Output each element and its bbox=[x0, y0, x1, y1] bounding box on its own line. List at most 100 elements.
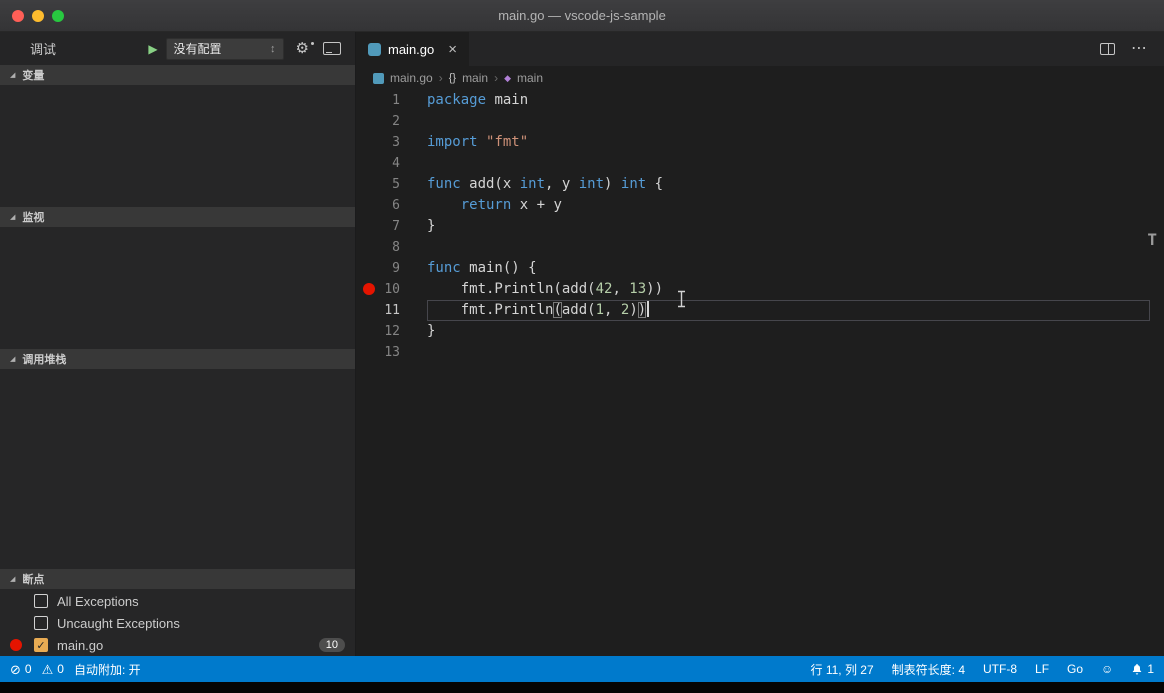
encoding-status[interactable]: UTF-8 bbox=[983, 662, 1017, 676]
breakpoint-row[interactable]: Uncaught Exceptions bbox=[0, 612, 355, 634]
line-number: 12 bbox=[384, 324, 400, 339]
problems-warnings[interactable]: ⚠ 0 bbox=[42, 662, 64, 676]
gutter[interactable]: 4 bbox=[356, 153, 427, 174]
cursor-position-status[interactable]: 行 11, 列 27 bbox=[811, 661, 874, 678]
breadcrumb-item-file[interactable]: main.go bbox=[390, 71, 433, 85]
language-mode-status[interactable]: Go bbox=[1067, 662, 1083, 676]
code-token: add( bbox=[561, 302, 596, 318]
gutter[interactable]: 3 bbox=[356, 132, 427, 153]
code-line-10[interactable]: 10 fmt.Println(add(42, 13)) bbox=[356, 279, 1164, 300]
code-line-1[interactable]: 1 package main bbox=[356, 90, 1164, 111]
gutter[interactable]: 9 bbox=[356, 258, 427, 279]
close-window-button[interactable] bbox=[12, 9, 24, 22]
notifications-bell[interactable]: 1 bbox=[1131, 662, 1154, 676]
section-header-variables[interactable]: ◢ 变量 bbox=[0, 65, 355, 85]
gutter[interactable]: 6 bbox=[356, 195, 427, 216]
breadcrumb-item-package[interactable]: main bbox=[462, 71, 488, 85]
gutter[interactable]: 11 bbox=[356, 300, 427, 321]
editor-caret bbox=[647, 301, 650, 317]
code-line-6[interactable]: 6 return x + y bbox=[356, 195, 1164, 216]
minimap-glyph: T bbox=[1147, 230, 1157, 249]
code-line-13[interactable]: 13 bbox=[356, 342, 1164, 363]
code-line-8[interactable]: 8 bbox=[356, 237, 1164, 258]
section-header-callstack[interactable]: ◢ 调用堆栈 bbox=[0, 349, 355, 369]
more-actions-icon[interactable]: ⋯ bbox=[1131, 41, 1148, 57]
minimize-window-button[interactable] bbox=[32, 9, 44, 22]
line-number: 2 bbox=[392, 114, 400, 129]
gutter[interactable]: 5 bbox=[356, 174, 427, 195]
code-token: int bbox=[620, 176, 647, 192]
section-header-breakpoints[interactable]: ◢ 断点 bbox=[0, 569, 355, 589]
breakpoint-checkbox[interactable] bbox=[34, 616, 48, 630]
code-token: fmt.Println bbox=[427, 302, 554, 318]
problems-errors[interactable]: ⊘ 0 bbox=[10, 662, 32, 676]
code-token: 42 bbox=[595, 281, 613, 297]
collapse-arrow-icon: ◢ bbox=[10, 214, 16, 221]
breakpoint-checkbox[interactable]: ✓ bbox=[34, 638, 48, 652]
code-line-2[interactable]: 2 bbox=[356, 111, 1164, 132]
gutter[interactable]: 13 bbox=[356, 342, 427, 363]
code-line-12[interactable]: 12} bbox=[356, 321, 1164, 342]
section-header-watch[interactable]: ◢ 监视 bbox=[0, 207, 355, 227]
gutter[interactable]: 10 bbox=[356, 279, 427, 300]
code-token: ) bbox=[604, 176, 621, 192]
code-line-3[interactable]: 3 import "fmt" bbox=[356, 132, 1164, 153]
gutter[interactable]: 7 bbox=[356, 216, 427, 237]
code-token: fmt.Println(add( bbox=[427, 281, 596, 297]
code-editor[interactable]: 1 package main 2 3 import "fmt" 4 5 func add(x … bbox=[356, 90, 1164, 656]
tab-size-status[interactable]: 制表符长度: 4 bbox=[892, 661, 965, 678]
gutter[interactable]: 8 bbox=[356, 237, 427, 258]
breadcrumb-separator-icon: › bbox=[494, 71, 499, 85]
warnings-icon: ⚠ bbox=[41, 661, 54, 677]
tab-close-icon[interactable]: × bbox=[448, 41, 457, 58]
status-bar: ⊘ 0 ⚠ 0 自动附加: 开 行 11, 列 27 制表符长度: 4 UTF-… bbox=[0, 656, 1164, 682]
watch-panel[interactable] bbox=[0, 227, 355, 349]
breakpoint-label: Uncaught Exceptions bbox=[57, 615, 180, 631]
collapse-arrow-icon: ◢ bbox=[10, 72, 16, 79]
code-line-4[interactable]: 4 bbox=[356, 153, 1164, 174]
debug-console-icon[interactable] bbox=[323, 42, 341, 55]
code-line-7[interactable]: 7} bbox=[356, 216, 1164, 237]
notifications-count: 1 bbox=[1147, 662, 1154, 676]
code-token: func bbox=[427, 260, 461, 276]
gutter[interactable]: 1 bbox=[356, 90, 427, 111]
code-token: import bbox=[427, 134, 478, 150]
line-number: 6 bbox=[392, 198, 400, 213]
callstack-panel[interactable] bbox=[0, 369, 355, 569]
debug-config-dropdown[interactable]: 没有配置 ↕ bbox=[165, 37, 284, 60]
zoom-window-button[interactable] bbox=[52, 9, 64, 22]
code-line-5[interactable]: 5 func add(x int, y int) int { bbox=[356, 174, 1164, 195]
breakpoint-dot[interactable] bbox=[363, 283, 375, 295]
code-token: main bbox=[486, 92, 529, 108]
code-token: "fmt" bbox=[486, 134, 529, 150]
breakpoint-checkbox[interactable] bbox=[34, 594, 48, 608]
gutter[interactable]: 2 bbox=[356, 111, 427, 132]
breadcrumb-item-symbol[interactable]: main bbox=[517, 71, 543, 85]
code-line-11[interactable]: 11 fmt.Println(add(1, 2)) bbox=[356, 300, 1164, 321]
tab-main-go[interactable]: main.go × bbox=[356, 32, 470, 66]
code-line-9[interactable]: 9 func main() { bbox=[356, 258, 1164, 279]
start-debugging-icon[interactable]: ▶ bbox=[148, 42, 157, 56]
status-right: 行 11, 列 27 制表符长度: 4 UTF-8 LF Go ☺ 1 bbox=[811, 661, 1154, 678]
titlebar[interactable]: main.go — vscode-js-sample bbox=[0, 0, 1164, 32]
code-token: int bbox=[519, 176, 546, 192]
code-token: , bbox=[604, 302, 621, 318]
variables-panel[interactable] bbox=[0, 85, 355, 207]
debug-config-value: 没有配置 bbox=[173, 42, 222, 56]
configure-gear-icon[interactable]: ⚙ bbox=[296, 41, 314, 56]
line-number: 5 bbox=[392, 177, 400, 192]
breakpoint-row[interactable]: All Exceptions bbox=[0, 590, 355, 612]
eol-status[interactable]: LF bbox=[1035, 662, 1049, 676]
section-label: 调用堆栈 bbox=[22, 354, 67, 366]
code-line-content: func main() { bbox=[427, 258, 1150, 279]
split-editor-icon[interactable] bbox=[1100, 43, 1115, 55]
line-number: 13 bbox=[384, 345, 400, 360]
feedback-smiley-icon[interactable]: ☺ bbox=[1101, 662, 1113, 676]
auto-attach-status[interactable]: 自动附加: 开 bbox=[74, 661, 141, 678]
code-line-content: package main bbox=[427, 90, 1150, 111]
line-number: 9 bbox=[392, 261, 400, 276]
breakpoint-row[interactable]: ✓ main.go 10 bbox=[0, 634, 355, 656]
gutter[interactable]: 12 bbox=[356, 321, 427, 342]
code-token: } bbox=[427, 218, 436, 234]
traffic-lights bbox=[12, 0, 64, 31]
